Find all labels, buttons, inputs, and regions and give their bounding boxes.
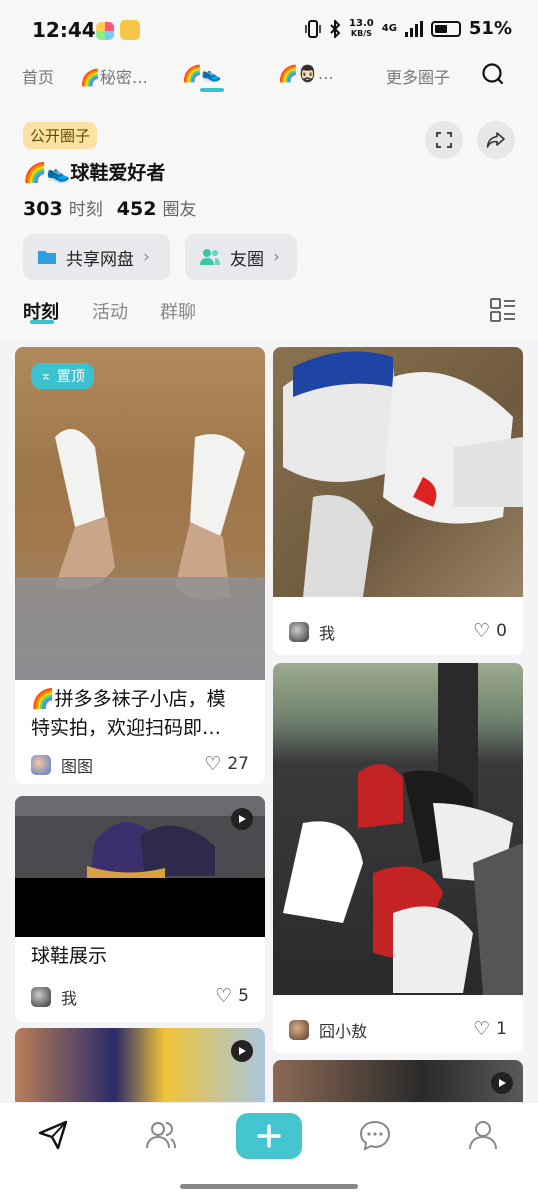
pinned-badge: ⌅ 置顶 [31, 363, 94, 389]
share-button[interactable] [477, 121, 515, 159]
play-icon [499, 1079, 506, 1087]
profile-icon[interactable] [466, 1118, 500, 1152]
app-notification-icon [96, 22, 114, 40]
post-card[interactable]: 囧小敖 ♡ 1 [273, 663, 523, 1053]
chevron-right-icon: › [143, 247, 150, 267]
like-button[interactable]: ♡ 5 [215, 985, 249, 1007]
network-type: 4G [381, 23, 397, 34]
avatar [289, 622, 309, 642]
send-icon[interactable] [36, 1118, 70, 1152]
sneakers-photo [283, 351, 523, 597]
search-icon[interactable] [481, 62, 505, 86]
expand-icon [436, 132, 452, 148]
post-author[interactable]: 我 [289, 620, 335, 644]
play-icon [239, 1047, 246, 1055]
home-indicator[interactable] [180, 1184, 358, 1189]
folder-icon [38, 251, 56, 264]
heart-icon: ♡ [473, 620, 491, 642]
network-speed: 13.0 KB/S [349, 17, 374, 38]
active-subtab-indicator [30, 320, 54, 324]
avatar [31, 987, 51, 1007]
tab-secret[interactable]: 🌈秘密… [80, 64, 148, 88]
play-video-button[interactable] [231, 808, 253, 830]
post-title: 🌈拼多多袜子小店，模 特实拍，欢迎扫码即… [31, 688, 226, 739]
sneakers-video-frame [15, 796, 265, 878]
play-video-button[interactable] [231, 1040, 253, 1062]
friends-circle-label: 友圈 [230, 249, 264, 270]
subtab-activities[interactable]: 活动 [92, 298, 128, 324]
bluetooth-icon [330, 19, 341, 38]
status-bar: 12:44 13.0 KB/S 4G 51% [0, 0, 538, 60]
circle-name: 🌈👟球鞋爱好者 [23, 162, 166, 184]
heart-icon: ♡ [204, 753, 222, 775]
tab-circle-4[interactable]: 🌈🧔🏻‍♂️… [278, 64, 334, 83]
tab-sneakers[interactable]: 🌈👟 [182, 64, 222, 83]
avatar [31, 755, 51, 775]
heart-icon: ♡ [215, 985, 233, 1007]
avatar [289, 1020, 309, 1040]
post-card[interactable]: ⌅ 置顶 🌈拼多多袜子小店，模 特实拍，欢迎扫码即… 图图 ♡ 27 [15, 347, 265, 784]
public-circle-badge: 公开圈子 [23, 122, 98, 149]
feet-photo [15, 429, 265, 680]
like-button[interactable]: ♡ 0 [473, 620, 507, 642]
friends-circle-button[interactable]: 友圈 › [185, 234, 297, 280]
share-icon [486, 132, 505, 148]
pin-icon: ⌅ [40, 368, 52, 384]
sneakers-photo [283, 663, 523, 995]
tab-home[interactable]: 首页 [22, 64, 54, 88]
post-author[interactable]: 图图 [31, 753, 93, 777]
shared-drive-button[interactable]: 共享网盘 › [23, 234, 170, 280]
status-icons: 13.0 KB/S 4G 51% [305, 18, 512, 39]
post-title: 球鞋展示 [31, 945, 108, 967]
plus-icon [257, 1124, 281, 1148]
layout-toggle-icon[interactable] [490, 298, 516, 322]
post-image [273, 663, 523, 995]
members-label: 圈友 [162, 200, 197, 220]
post-author[interactable]: 囧小敖 [289, 1018, 367, 1042]
post-card[interactable]: 我 ♡ 0 [273, 347, 523, 655]
clock: 12:44 [32, 18, 96, 42]
add-post-button[interactable] [236, 1113, 302, 1159]
vibrate-icon [305, 19, 321, 38]
people-icon[interactable] [144, 1118, 178, 1152]
battery-icon [430, 20, 461, 37]
fullscreen-button[interactable] [425, 121, 463, 159]
moments-count: 303 [23, 198, 63, 220]
chevron-right-icon: › [273, 247, 280, 267]
heart-icon: ♡ [473, 1018, 491, 1040]
post-image [273, 347, 523, 597]
post-card[interactable]: 球鞋展示 我 ♡ 5 [15, 796, 265, 1022]
signal-icon [404, 20, 423, 37]
active-tab-indicator [200, 88, 224, 92]
post-author[interactable]: 我 [31, 985, 77, 1009]
post-video-thumbnail [15, 796, 265, 937]
chat-icon[interactable] [358, 1118, 392, 1152]
battery-percent: 51% [468, 18, 512, 39]
post-image [15, 347, 265, 680]
circle-stats: 303 时刻 452 圈友 [23, 195, 204, 220]
circle-tabs: 首页 🌈秘密… 🌈👟 🌈🧔🏻‍♂️… 更多圈子 [0, 60, 538, 104]
post-card[interactable] [15, 1028, 265, 1108]
tab-more-circles[interactable]: 更多圈子 [386, 64, 450, 88]
like-button[interactable]: ♡ 27 [204, 753, 249, 775]
shared-drive-label: 共享网盘 [66, 249, 134, 270]
play-icon [239, 815, 246, 823]
moments-label: 时刻 [68, 200, 103, 220]
members-count: 452 [116, 198, 157, 220]
users-icon [200, 249, 220, 265]
play-video-button[interactable] [491, 1072, 513, 1094]
like-button[interactable]: ♡ 1 [473, 1018, 507, 1040]
subtab-group-chat[interactable]: 群聊 [160, 298, 196, 324]
post-card[interactable] [273, 1060, 523, 1108]
app-notification-icon [120, 20, 140, 40]
